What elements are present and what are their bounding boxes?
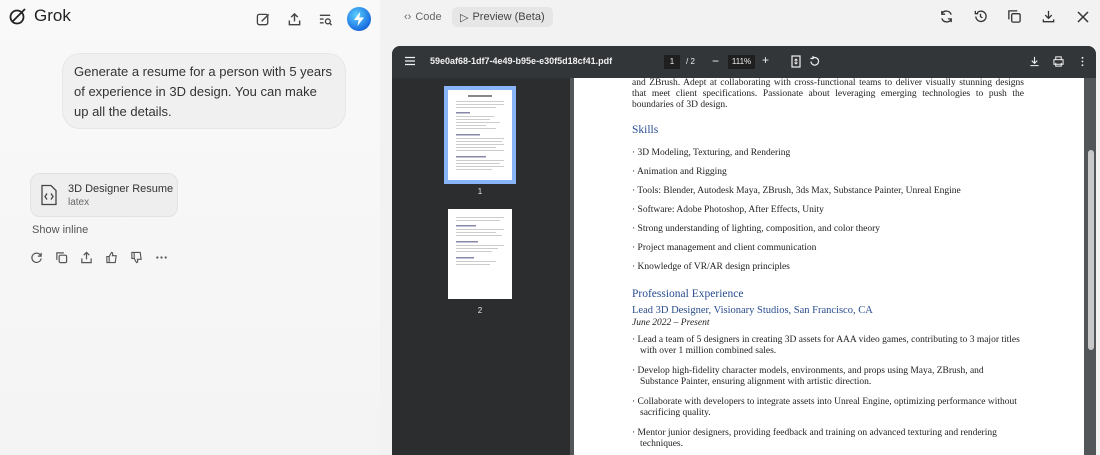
zoom-in-icon[interactable]: + xyxy=(762,53,769,67)
pdf-toolbar: 59e0af68-1df7-4e49-b95e-e30f5d18cf41.pdf… xyxy=(392,46,1096,78)
brand[interactable]: Grok xyxy=(8,6,71,26)
refresh-icon[interactable] xyxy=(938,8,955,25)
avatar[interactable] xyxy=(347,7,371,31)
job-title: Lead 3D Designer, Visionary Studios, San… xyxy=(632,305,873,316)
experience-heading: Professional Experience xyxy=(632,288,744,300)
zoom-out-icon[interactable]: − xyxy=(712,54,719,68)
share-icon[interactable] xyxy=(285,10,303,28)
tab-preview-label: Preview (Beta) xyxy=(472,11,545,23)
rotate-icon[interactable] xyxy=(808,55,821,68)
chat-topbar: Grok xyxy=(0,0,380,34)
skill-item: · 3D Modeling, Texturing, and Rendering xyxy=(632,148,791,158)
artifact-panel: ‹› Code ▷ Preview (Beta) 59e0af68-1df7-4… xyxy=(380,0,1100,455)
show-inline-link[interactable]: Show inline xyxy=(32,224,88,236)
job-dates: June 2022 – Present xyxy=(632,318,710,328)
job-bullet: · Develop high-fidelity character models… xyxy=(632,366,984,387)
skills-heading: Skills xyxy=(632,124,659,136)
pdf-viewer: 59e0af68-1df7-4e49-b95e-e30f5d18cf41.pdf… xyxy=(392,46,1096,455)
download-icon[interactable] xyxy=(1040,8,1057,25)
thumbs-up-icon[interactable] xyxy=(104,250,118,264)
scrollbar[interactable] xyxy=(1088,150,1094,350)
close-icon[interactable] xyxy=(1074,8,1091,25)
artifact-card[interactable]: 3D Designer Resume latex xyxy=(30,173,178,217)
pdf-filename: 59e0af68-1df7-4e49-b95e-e30f5d18cf41.pdf xyxy=(430,56,613,66)
document-code-icon xyxy=(41,184,57,206)
artifact-subtitle: latex xyxy=(68,196,90,208)
page-thumbnail[interactable] xyxy=(444,86,516,184)
share-icon[interactable] xyxy=(79,250,93,264)
code-icon: ‹› xyxy=(404,11,412,23)
artifact-title: 3D Designer Resume xyxy=(68,182,174,195)
brand-name: Grok xyxy=(34,6,71,25)
skill-item: · Knowledge of VR/AR design principles xyxy=(632,262,790,272)
more-icon[interactable] xyxy=(154,250,168,264)
tab-preview[interactable]: ▷ Preview (Beta) xyxy=(452,7,553,27)
copy-icon[interactable] xyxy=(54,250,68,264)
regenerate-icon[interactable] xyxy=(29,250,43,264)
fit-page-icon[interactable] xyxy=(790,55,802,68)
print-icon[interactable] xyxy=(1052,55,1064,67)
edit-icon[interactable] xyxy=(254,10,272,28)
more-vertical-icon[interactable] xyxy=(1076,55,1088,67)
zoom-input[interactable]: 111% xyxy=(728,55,755,69)
chat-panel: Grok Generate a resume for a person with… xyxy=(0,0,380,455)
pdf-page: and ZBrush. Adept at collaborating with … xyxy=(574,78,1084,455)
grok-logo-icon xyxy=(9,8,26,25)
skill-item: · Software: Adobe Photoshop, After Effec… xyxy=(632,205,824,215)
page-preview-icon xyxy=(456,217,504,265)
skill-item: · Strong understanding of lighting, comp… xyxy=(632,224,881,234)
thumbnail-label: 1 xyxy=(477,187,483,196)
thumbnail-label: 2 xyxy=(477,306,483,315)
search-history-icon[interactable] xyxy=(316,10,334,28)
tab-code[interactable]: ‹› Code xyxy=(396,7,450,27)
job-bullet: · Collaborate with developers to integra… xyxy=(632,397,1017,418)
thumbs-down-icon[interactable] xyxy=(129,250,143,264)
copy-icon[interactable] xyxy=(1006,8,1023,25)
page-number-input[interactable]: 1 xyxy=(664,55,680,69)
page-total: / 2 xyxy=(686,57,695,66)
artifact-toolbar: ‹› Code ▷ Preview (Beta) xyxy=(380,0,1100,34)
page-preview-icon xyxy=(456,95,504,170)
menu-icon[interactable] xyxy=(404,55,416,67)
tab-code-label: Code xyxy=(415,11,442,23)
skill-item: · Tools: Blender, Autodesk Maya, ZBrush,… xyxy=(632,186,961,196)
history-icon[interactable] xyxy=(972,8,989,25)
download-icon[interactable] xyxy=(1028,55,1040,67)
thumbnail-sidebar: 1 2 xyxy=(392,78,570,455)
job-bullet: · Lead a team of 5 designers in creating… xyxy=(632,335,1020,356)
skill-item: · Project management and client communic… xyxy=(632,243,817,253)
play-icon: ▷ xyxy=(460,11,469,24)
job-bullet: · Mentor junior designers, providing fee… xyxy=(632,428,997,449)
page-area: and ZBrush. Adept at collaborating with … xyxy=(570,78,1096,455)
message-actions xyxy=(29,250,168,264)
page-thumbnail[interactable] xyxy=(448,209,512,299)
resume-summary: and ZBrush. Adept at collaborating with … xyxy=(632,78,1024,110)
skill-item: · Animation and Rigging xyxy=(632,167,727,177)
user-message: Generate a resume for a person with 5 ye… xyxy=(62,53,346,129)
